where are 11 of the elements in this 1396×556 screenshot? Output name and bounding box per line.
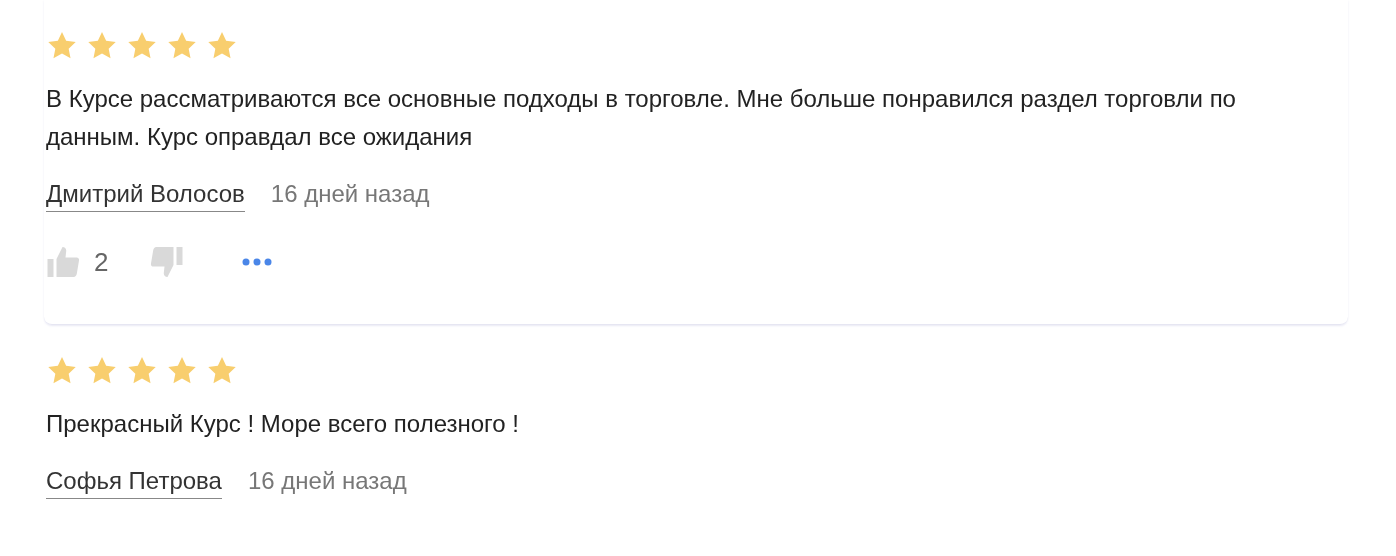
author-link[interactable]: Софья Петрова xyxy=(46,464,222,499)
review-text: Прекрасный Курс ! Море всего полезного ! xyxy=(46,409,520,439)
author-link[interactable]: Дмитрий Волосов xyxy=(46,177,245,212)
review-text: В Курсе рассматриваются все основные подходы в торговле. Мне больше понравился раздел торговли по данным. Курс оправдал все ожидания xyxy=(46,84,1237,152)
review-date: 16 дней назад xyxy=(247,466,407,496)
thumbs-down-icon xyxy=(148,244,185,280)
thumbs-up-icon xyxy=(46,244,82,280)
more-button[interactable] xyxy=(242,257,273,267)
like-button[interactable]: 2 xyxy=(46,242,109,282)
more-icon xyxy=(242,258,273,266)
review-date: 16 дней назад xyxy=(270,179,430,209)
